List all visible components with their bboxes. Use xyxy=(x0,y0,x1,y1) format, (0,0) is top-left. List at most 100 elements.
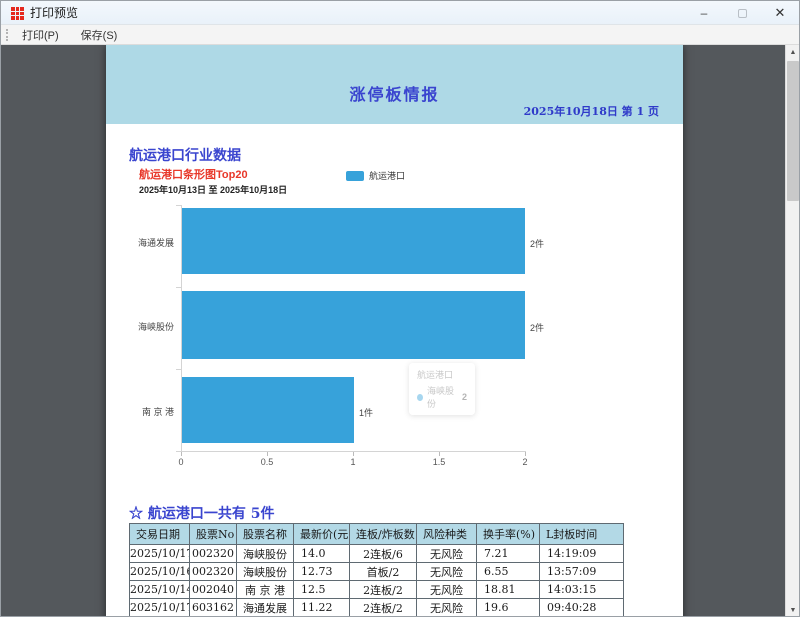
col-board-count: 连板/炸板数 xyxy=(349,523,417,545)
cell-latest-price: 12.5 xyxy=(293,580,350,599)
x-axis-tick xyxy=(267,452,268,456)
section-title: 航运港口行业数据 xyxy=(129,148,241,164)
x-tick-label: 0 xyxy=(178,457,184,467)
x-axis-tick xyxy=(439,452,440,456)
report-page: 涨停板情报 2025年10月18日 第 1 页 航运港口行业数据 航运港口条形图… xyxy=(106,45,683,616)
report-date-page: 2025年10月18日 第 1 页 xyxy=(523,105,659,118)
y-axis-tick xyxy=(176,369,181,370)
chart-legend: 航运港口 xyxy=(346,169,405,182)
print-button[interactable]: 打印(P) xyxy=(14,25,67,45)
table-row: 2025/10/17 603162 海通发展 11.22 2连板/2 无风险 1… xyxy=(129,598,624,616)
cell-risk-type: 无风险 xyxy=(416,580,477,599)
cell-turnover: 7.21 xyxy=(476,544,540,563)
scroll-down-icon: ▼ xyxy=(789,607,797,614)
title-bar: 打印预览 – ✕ xyxy=(1,1,799,25)
save-button[interactable]: 保存(S) xyxy=(73,25,126,45)
window-controls: – ✕ xyxy=(685,1,799,25)
bar-value-label: 2件 xyxy=(530,323,545,333)
print-preview-window: 打印预览 – ✕ 打印(P) 保存(S) 涨停板情报 2025年10月18日 第… xyxy=(0,0,800,617)
cell-board-count: 2连板/6 xyxy=(349,544,417,563)
table-row: 2025/10/14 002040 南 京 港 12.5 2连板/2 无风险 1… xyxy=(129,580,624,599)
maximize-button[interactable] xyxy=(723,1,761,25)
tooltip-title: 航运港口 xyxy=(417,370,454,380)
cell-board-count: 首板/2 xyxy=(349,562,417,581)
cell-latest-price: 14.0 xyxy=(293,544,350,563)
x-axis-tick xyxy=(525,452,526,456)
tooltip-series-name: 海峡股份 xyxy=(427,386,455,409)
report-header-band: 涨停板情报 2025年10月18日 第 1 页 xyxy=(106,45,683,124)
cell-trade-date: 2025/10/17 xyxy=(129,598,190,616)
maximize-icon xyxy=(737,8,747,18)
scroll-down-button[interactable]: ▼ xyxy=(786,603,799,616)
cell-board-count: 2连板/2 xyxy=(349,580,417,599)
cell-stock-no: 603162 xyxy=(189,598,237,616)
tooltip-series-dot-icon xyxy=(417,393,424,401)
cell-stock-no: 002320 xyxy=(189,562,237,581)
bar-nanjinggang xyxy=(182,377,354,443)
table-header-row: 交易日期 股票No 股票名称 最新价(元) 连板/炸板数 风险种类 换手率(%)… xyxy=(129,523,624,545)
chart-tooltip: 航运港口 海峡股份 2 xyxy=(409,363,475,415)
col-stock-no: 股票No xyxy=(189,523,237,545)
close-button[interactable]: ✕ xyxy=(761,1,799,25)
y-axis-tick xyxy=(176,205,181,206)
chart-subtitle: 2025年10月13日 至 2025年10月18日 xyxy=(139,185,288,195)
minimize-icon: – xyxy=(700,6,708,20)
col-latest-price: 最新价(元) xyxy=(293,523,350,545)
toolbar: 打印(P) 保存(S) xyxy=(1,25,799,45)
cell-risk-type: 无风险 xyxy=(416,544,477,563)
y-axis-tick xyxy=(176,287,181,288)
toolbar-grip-icon xyxy=(6,28,8,41)
cell-latest-price: 12.73 xyxy=(293,562,350,581)
cell-seal-time: 13:57:09 xyxy=(539,562,624,581)
x-tick-label: 2 xyxy=(522,457,528,467)
cell-stock-name: 海通发展 xyxy=(236,598,294,616)
cell-risk-type: 无风险 xyxy=(416,562,477,581)
cell-stock-no: 002040 xyxy=(189,580,237,599)
legend-swatch-icon xyxy=(346,170,364,181)
legend-label: 航运港口 xyxy=(369,171,406,181)
cell-board-count: 2连板/2 xyxy=(349,598,417,616)
table-row: 2025/10/17 002320 海峡股份 14.0 2连板/6 无风险 7.… xyxy=(129,544,624,563)
chart-title: 航运港口条形图Top20 xyxy=(139,169,248,181)
x-axis-tick xyxy=(181,452,182,456)
scroll-up-icon: ▲ xyxy=(789,49,797,56)
scroll-up-button[interactable]: ▲ xyxy=(786,45,799,60)
cell-stock-name: 海峡股份 xyxy=(236,544,294,563)
report-title: 涨停板情报 xyxy=(349,85,440,104)
cell-seal-time: 14:03:15 xyxy=(539,580,624,599)
bar-value-label: 2件 xyxy=(530,239,545,249)
close-icon: ✕ xyxy=(774,5,786,20)
app-grid-icon xyxy=(11,7,24,20)
cell-trade-date: 2025/10/16 xyxy=(129,562,190,581)
cell-stock-name: 海峡股份 xyxy=(236,562,294,581)
tooltip-row: 海峡股份 2 xyxy=(417,384,467,410)
col-stock-name: 股票名称 xyxy=(236,523,294,545)
x-tick-label: 1 xyxy=(350,457,356,467)
cell-turnover: 19.6 xyxy=(476,598,540,616)
col-turnover: 换手率(%) xyxy=(476,523,540,545)
scrollbar-thumb[interactable] xyxy=(787,61,799,201)
cell-risk-type: 无风险 xyxy=(416,598,477,616)
preview-area: 涨停板情报 2025年10月18日 第 1 页 航运港口行业数据 航运港口条形图… xyxy=(1,45,799,616)
bar-value-label: 1件 xyxy=(359,408,374,418)
x-axis-tick xyxy=(353,452,354,456)
cell-turnover: 18.81 xyxy=(476,580,540,599)
bar-haitongfazhan xyxy=(182,208,525,274)
category-label: 海峡股份 xyxy=(137,322,174,332)
window-title: 打印预览 xyxy=(30,6,79,20)
category-label: 海通发展 xyxy=(137,238,174,248)
col-trade-date: 交易日期 xyxy=(129,523,190,545)
cell-stock-name: 南 京 港 xyxy=(236,580,294,599)
vertical-scrollbar[interactable]: ▲ ▼ xyxy=(785,45,799,616)
x-tick-label: 1.5 xyxy=(432,457,446,467)
minimize-button[interactable]: – xyxy=(685,1,723,25)
stocks-table: 交易日期 股票No 股票名称 最新价(元) 连板/炸板数 风险种类 换手率(%)… xyxy=(129,523,624,616)
cell-trade-date: 2025/10/14 xyxy=(129,580,190,599)
cell-stock-no: 002320 xyxy=(189,544,237,563)
x-tick-label: 0.5 xyxy=(260,457,274,467)
cell-turnover: 6.55 xyxy=(476,562,540,581)
tooltip-value: 2 xyxy=(461,392,467,402)
cell-trade-date: 2025/10/17 xyxy=(129,544,190,563)
col-risk-type: 风险种类 xyxy=(416,523,477,545)
table-title: ☆ 航运港口一共有 5件 xyxy=(129,506,275,522)
